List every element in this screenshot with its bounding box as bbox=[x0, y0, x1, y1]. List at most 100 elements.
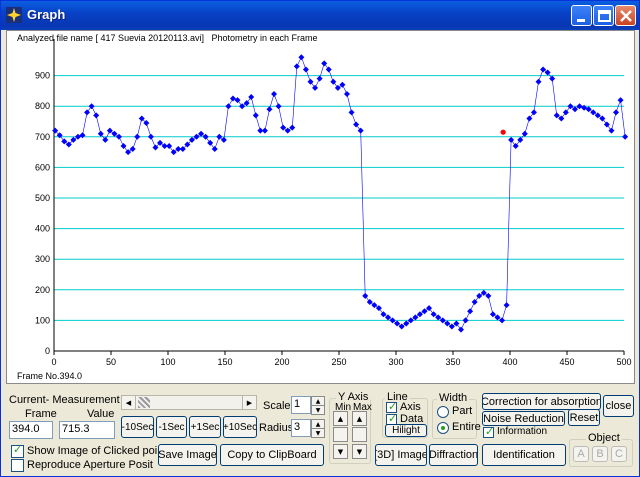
entire-radio[interactable] bbox=[437, 422, 449, 434]
frame-field[interactable]: 394.0 bbox=[9, 421, 53, 439]
data-point bbox=[61, 138, 68, 145]
title-bar[interactable]: Graph bbox=[1, 1, 639, 30]
part-label: Part bbox=[452, 405, 473, 417]
data-point bbox=[594, 112, 601, 119]
data-point bbox=[293, 63, 300, 70]
information-checkbox[interactable] bbox=[483, 425, 494, 438]
reset-button[interactable]: Reset bbox=[568, 409, 600, 426]
data-point bbox=[489, 311, 496, 318]
close-window-button[interactable] bbox=[615, 5, 636, 26]
series-line bbox=[54, 56, 626, 331]
part-radio[interactable] bbox=[437, 406, 449, 418]
scale-down-icon[interactable]: ▼ bbox=[311, 405, 325, 415]
data-point bbox=[439, 317, 446, 324]
show-image-checkbox[interactable] bbox=[11, 443, 24, 458]
ymin-up-icon[interactable]: ▲ bbox=[333, 411, 348, 426]
ymax-up-icon[interactable]: ▲ bbox=[352, 411, 367, 426]
object-group-title: Object bbox=[586, 432, 622, 444]
data-point bbox=[549, 75, 556, 82]
object-b-button[interactable]: B bbox=[592, 446, 608, 462]
data-point bbox=[298, 54, 305, 61]
y-tick-label: 200 bbox=[35, 285, 50, 295]
save-image-button[interactable]: Save Image bbox=[158, 444, 217, 466]
ymax-down-icon[interactable]: ▼ bbox=[352, 444, 367, 459]
ymax-step-icon[interactable] bbox=[352, 427, 367, 442]
minus-10sec-button[interactable]: -10Sec bbox=[121, 416, 154, 438]
identification-button[interactable]: Identification bbox=[482, 444, 566, 466]
hilight-button[interactable]: Hilight bbox=[385, 424, 427, 437]
data-point bbox=[334, 84, 341, 91]
data-point bbox=[84, 109, 91, 116]
copy-to-clipboard-button[interactable]: Copy to ClipBoard bbox=[220, 444, 324, 466]
data-point bbox=[457, 326, 464, 333]
radius-field[interactable]: 3 bbox=[291, 419, 311, 437]
data-point bbox=[503, 302, 510, 309]
object-c-button[interactable]: C bbox=[611, 446, 627, 462]
data-point bbox=[576, 103, 583, 110]
data-point bbox=[166, 142, 173, 149]
data-point bbox=[353, 121, 360, 128]
data-point bbox=[535, 78, 542, 85]
data-point bbox=[380, 311, 387, 318]
x-tick-label: 300 bbox=[388, 357, 403, 367]
scale-field[interactable]: 1 bbox=[291, 396, 311, 414]
data-point bbox=[316, 75, 323, 82]
y-tick-label: 300 bbox=[35, 254, 50, 264]
data-point bbox=[416, 311, 423, 318]
data-point bbox=[106, 127, 113, 134]
data-point bbox=[385, 314, 392, 321]
data-point bbox=[421, 308, 428, 315]
data-point bbox=[398, 323, 405, 330]
ymin-down-icon[interactable]: ▼ bbox=[333, 444, 348, 459]
plus-10sec-button[interactable]: +10Sec bbox=[223, 416, 257, 438]
data-point bbox=[476, 292, 483, 299]
data-point bbox=[553, 112, 560, 119]
minimize-button[interactable] bbox=[571, 5, 592, 26]
minus-1sec-button[interactable]: -1Sec bbox=[156, 416, 187, 438]
photometry-chart[interactable]: 0 100 200 300 400 500 600 700 800 900 0 50 100 150 200… bbox=[7, 31, 634, 383]
3d-image-button[interactable]: [3D] Image bbox=[375, 444, 427, 466]
ymin-step-icon[interactable] bbox=[333, 427, 348, 442]
photometry-plot[interactable]: Analyzed file name [ 417 Suevia 20120113… bbox=[6, 30, 635, 384]
scroll-thumb[interactable] bbox=[138, 397, 150, 408]
reproduce-aperture-checkbox[interactable] bbox=[11, 459, 24, 472]
object-a-button[interactable]: A bbox=[573, 446, 589, 462]
data-point bbox=[325, 66, 332, 73]
data-point bbox=[202, 133, 209, 140]
data-point bbox=[599, 115, 606, 122]
data-point bbox=[526, 115, 533, 122]
data-point bbox=[198, 130, 205, 137]
scroll-right-icon[interactable]: ▶ bbox=[242, 396, 256, 409]
radius-down-icon[interactable]: ▼ bbox=[311, 428, 325, 438]
data-point bbox=[613, 109, 620, 116]
data-point bbox=[74, 133, 81, 140]
value-field[interactable]: 715.3 bbox=[59, 421, 115, 439]
data-point bbox=[343, 90, 350, 97]
scroll-left-icon[interactable]: ◀ bbox=[122, 396, 136, 409]
data-point bbox=[193, 133, 200, 140]
x-tick-label: 250 bbox=[331, 357, 346, 367]
x-tick-label: 450 bbox=[559, 357, 574, 367]
data-point bbox=[558, 115, 565, 122]
data-point bbox=[330, 78, 337, 85]
data-point bbox=[289, 124, 296, 131]
show-image-label: Show Image of Clicked poi bbox=[27, 445, 158, 457]
frame-number-label: Frame No.394.0 bbox=[17, 371, 83, 381]
frame-scrollbar[interactable]: ◀ ▶ bbox=[121, 395, 257, 410]
noise-reduction-button[interactable]: Noise Reduction bbox=[482, 411, 565, 426]
data-point bbox=[508, 136, 515, 143]
diffraction-button[interactable]: Diffraction bbox=[429, 444, 478, 466]
data-point bbox=[125, 149, 132, 156]
close-button[interactable]: close bbox=[603, 395, 634, 417]
data-point bbox=[284, 127, 291, 134]
maximize-button[interactable] bbox=[593, 5, 614, 26]
plus-1sec-button[interactable]: +1Sec bbox=[189, 416, 221, 438]
correction-absorption-button[interactable]: Correction for absorption bbox=[482, 393, 601, 410]
minimize-icon bbox=[577, 19, 585, 22]
x-tick-label: 150 bbox=[217, 357, 232, 367]
data-point bbox=[517, 136, 524, 143]
x-tick-label: 500 bbox=[616, 357, 631, 367]
data-point bbox=[467, 308, 474, 315]
x-tick-label: 400 bbox=[502, 357, 517, 367]
data-point bbox=[271, 90, 278, 97]
